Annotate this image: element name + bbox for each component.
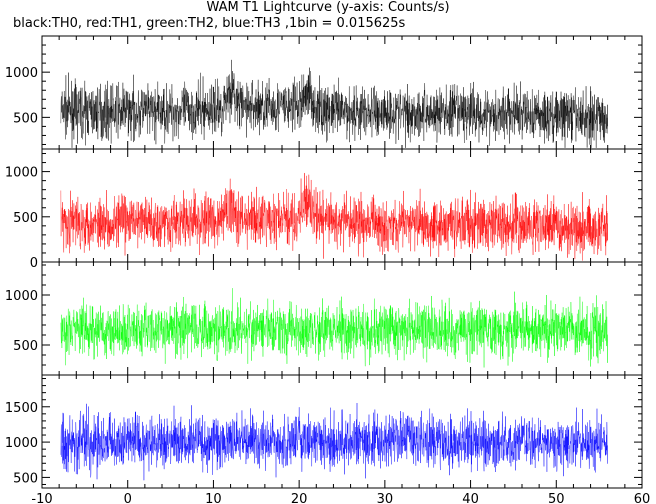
panel-th0: 500 1000 bbox=[5, 35, 643, 150]
y-tick-label: 1000 bbox=[5, 166, 38, 181]
y-tick-label: 1000 bbox=[5, 436, 38, 451]
x-tick-label: 50 bbox=[548, 492, 565, 504]
y-tick-label: 1000 bbox=[5, 289, 38, 304]
x-tick-label: 20 bbox=[291, 492, 308, 504]
series-th2-line bbox=[60, 288, 608, 368]
x-tick-label: 60 bbox=[634, 492, 651, 504]
series-th3-line bbox=[60, 402, 608, 481]
y-tick-label: 0 bbox=[30, 256, 38, 271]
panel-th2: 500 1000 bbox=[5, 261, 643, 376]
panel-th3: 500 1000 1500 bbox=[5, 374, 643, 489]
y-tick-label: 500 bbox=[13, 111, 38, 126]
y-tick-label: 500 bbox=[13, 211, 38, 226]
y-tick-label: 1500 bbox=[5, 401, 38, 416]
lightcurve-chart: 500 1000 0 500 1000 500 1000 500 1000 1500 -10 0 10 2… bbox=[5, 35, 651, 504]
panel-frame bbox=[41, 148, 643, 263]
series-th0-line bbox=[60, 59, 608, 148]
x-tick-label: 10 bbox=[205, 492, 222, 504]
y-tick-label: 500 bbox=[13, 339, 38, 354]
x-tick-label: 0 bbox=[124, 492, 132, 504]
y-tick-label: 500 bbox=[13, 471, 38, 486]
panel-th1: 0 500 1000 bbox=[5, 148, 643, 271]
x-tick-label: 40 bbox=[462, 492, 479, 504]
y-tick-label: 1000 bbox=[5, 66, 38, 81]
x-tick-label: 30 bbox=[377, 492, 394, 504]
series-th1-line bbox=[60, 172, 608, 261]
x-tick-label: -10 bbox=[31, 492, 52, 504]
